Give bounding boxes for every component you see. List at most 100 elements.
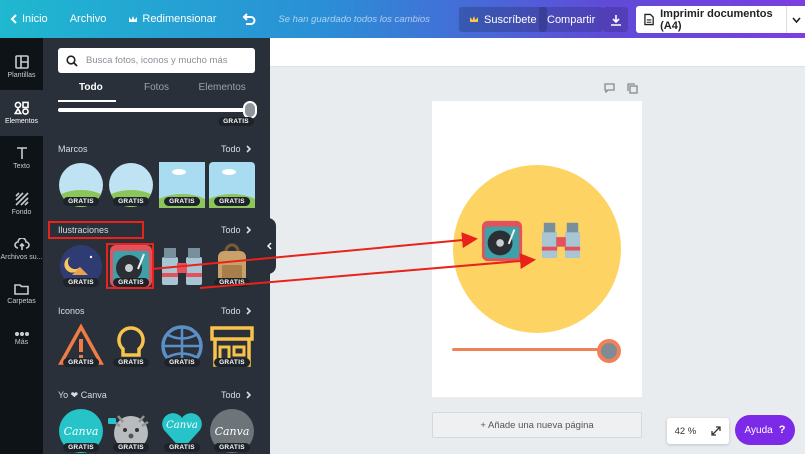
rail-item-templates[interactable]: Plantillas bbox=[0, 44, 43, 90]
duplicate-page-icon[interactable] bbox=[627, 83, 638, 94]
subscribe-button[interactable]: Suscríbete bbox=[459, 7, 547, 32]
icon-globe-thumbnail[interactable]: GRATIS bbox=[159, 323, 205, 369]
rail-item-uploads[interactable]: Archivos su... bbox=[0, 226, 43, 272]
free-badge: GRATIS bbox=[113, 443, 149, 452]
turntable-element[interactable] bbox=[480, 219, 524, 263]
zoom-control[interactable]: 42 % bbox=[667, 418, 729, 444]
tab-active-indicator bbox=[58, 100, 116, 102]
illustration-backpack-thumbnail[interactable]: GRATIS bbox=[209, 243, 255, 289]
question-mark-icon: ? bbox=[778, 424, 786, 436]
share-label: Compartir bbox=[547, 13, 596, 26]
tab-elements[interactable]: Elementos bbox=[189, 82, 255, 102]
templates-icon bbox=[14, 55, 29, 69]
see-all-icons[interactable]: Todo bbox=[221, 306, 251, 316]
comment-icon[interactable] bbox=[604, 83, 615, 93]
resize-button[interactable]: Redimensionar bbox=[116, 13, 226, 25]
subscribe-label: Suscríbete bbox=[484, 13, 537, 26]
icon-lightbulb-thumbnail[interactable]: GRATIS bbox=[108, 323, 154, 369]
binoculars-element[interactable] bbox=[536, 218, 586, 262]
download-button[interactable] bbox=[603, 7, 628, 32]
free-badge: GRATIS bbox=[113, 358, 149, 367]
crown-icon bbox=[129, 15, 138, 22]
slider-track-element[interactable] bbox=[452, 348, 604, 351]
chevron-right-icon bbox=[245, 307, 251, 315]
document-icon bbox=[644, 13, 654, 26]
free-badge: GRATIS bbox=[214, 358, 250, 367]
elements-icon bbox=[14, 101, 29, 115]
icon-warning-thumbnail[interactable]: GRATIS bbox=[58, 323, 104, 369]
print-label: Imprimir documentos (A4) bbox=[660, 7, 773, 32]
free-badge: GRATIS bbox=[164, 443, 200, 452]
tab-photos[interactable]: Fotos bbox=[124, 82, 190, 102]
illustration-binoculars-thumbnail[interactable] bbox=[159, 243, 205, 289]
binoculars-illustration bbox=[162, 248, 202, 285]
free-badge: GRATIS bbox=[63, 278, 99, 287]
elements-panel: Todo Fotos Elementos GRATIS Marcos Todo … bbox=[43, 38, 270, 454]
rail-label: Archivos su... bbox=[0, 253, 43, 261]
add-page-label: + Añade una nueva página bbox=[480, 419, 594, 431]
search-input[interactable] bbox=[86, 55, 246, 66]
rail-label: Texto bbox=[13, 163, 30, 170]
section-title-love-canva: Yo ❤ Canva bbox=[58, 390, 107, 400]
resize-label: Redimensionar bbox=[142, 13, 217, 25]
canva-logo-grey-thumbnail[interactable]: Canva GRATIS bbox=[209, 408, 255, 454]
see-all-illustrations[interactable]: Todo bbox=[221, 225, 251, 235]
see-all-label: Todo bbox=[221, 144, 241, 154]
frame-rounded-thumbnail[interactable]: GRATIS bbox=[202, 162, 262, 222]
section-title-icons: Iconos bbox=[58, 306, 85, 316]
file-menu-button[interactable]: Archivo bbox=[58, 13, 117, 25]
chevron-right-icon bbox=[245, 226, 251, 234]
left-rail: Plantillas Elementos Texto Fondo Archivo… bbox=[0, 38, 43, 454]
zoom-level: 42 % bbox=[674, 425, 697, 437]
fullscreen-icon[interactable] bbox=[711, 426, 722, 436]
folder-icon bbox=[14, 284, 29, 295]
illustration-night-thumbnail[interactable]: GRATIS bbox=[58, 243, 104, 289]
canva-heart-thumbnail[interactable]: Canva GRATIS bbox=[159, 408, 205, 454]
free-badge: GRATIS bbox=[164, 197, 200, 206]
free-badge: GRATIS bbox=[214, 443, 250, 452]
upload-icon bbox=[13, 237, 30, 250]
canva-logo-heart: Canva bbox=[166, 420, 198, 431]
chevron-right-icon bbox=[245, 391, 251, 399]
free-badge: GRATIS bbox=[218, 117, 254, 126]
icon-shop-thumbnail[interactable]: GRATIS bbox=[209, 323, 255, 369]
share-button[interactable]: Compartir bbox=[539, 7, 604, 32]
frame-circle-thumbnail[interactable]: GRATIS bbox=[108, 162, 154, 208]
frame-circle-thumbnail[interactable]: GRATIS bbox=[58, 162, 104, 208]
file-label: Archivo bbox=[69, 13, 107, 25]
rail-label: Fondo bbox=[11, 209, 32, 216]
frame-square-thumbnail[interactable]: GRATIS bbox=[152, 162, 212, 222]
canva-logo-teal-thumbnail[interactable]: Canva GRATIS bbox=[58, 408, 104, 454]
rail-item-background[interactable]: Fondo bbox=[0, 181, 43, 227]
page-tools bbox=[604, 83, 638, 94]
see-all-love-canva[interactable]: Todo bbox=[221, 390, 251, 400]
tab-all[interactable]: Todo bbox=[58, 82, 124, 102]
rail-label: Plantillas bbox=[7, 72, 36, 79]
canva-hedgehog-thumbnail[interactable]: GRATIS bbox=[108, 408, 154, 454]
download-icon bbox=[610, 14, 621, 26]
add-page-button[interactable]: + Añade una nueva página bbox=[432, 412, 642, 438]
search-box[interactable] bbox=[58, 48, 255, 73]
partial-slider-thumbnail[interactable] bbox=[58, 108, 255, 112]
editor-toolbar bbox=[270, 38, 805, 67]
print-options-button[interactable] bbox=[786, 6, 805, 33]
free-badge: GRATIS bbox=[63, 443, 99, 452]
rail-label: Elementos bbox=[4, 118, 39, 125]
slider-knob-element[interactable] bbox=[597, 339, 621, 363]
section-title-frames: Marcos bbox=[58, 144, 88, 154]
rail-item-elements[interactable]: Elementos bbox=[0, 90, 43, 136]
undo-button[interactable] bbox=[226, 13, 266, 25]
help-button[interactable]: Ayuda ? bbox=[735, 415, 795, 445]
home-button[interactable]: Inicio bbox=[0, 13, 58, 25]
home-label: Inicio bbox=[22, 13, 48, 25]
highlight-illustrations-title bbox=[48, 221, 144, 239]
rail-item-text[interactable]: Texto bbox=[0, 135, 43, 181]
panel-tabs: Todo Fotos Elementos bbox=[58, 82, 255, 102]
text-icon bbox=[16, 147, 27, 159]
see-all-frames[interactable]: Todo bbox=[221, 144, 251, 154]
free-badge: GRATIS bbox=[63, 358, 99, 367]
collapse-panel-button[interactable] bbox=[262, 218, 276, 274]
print-button[interactable]: Imprimir documentos (A4) bbox=[636, 6, 786, 33]
rail-item-folders[interactable]: Carpetas bbox=[0, 271, 43, 317]
rail-item-more[interactable]: Más bbox=[0, 316, 43, 362]
